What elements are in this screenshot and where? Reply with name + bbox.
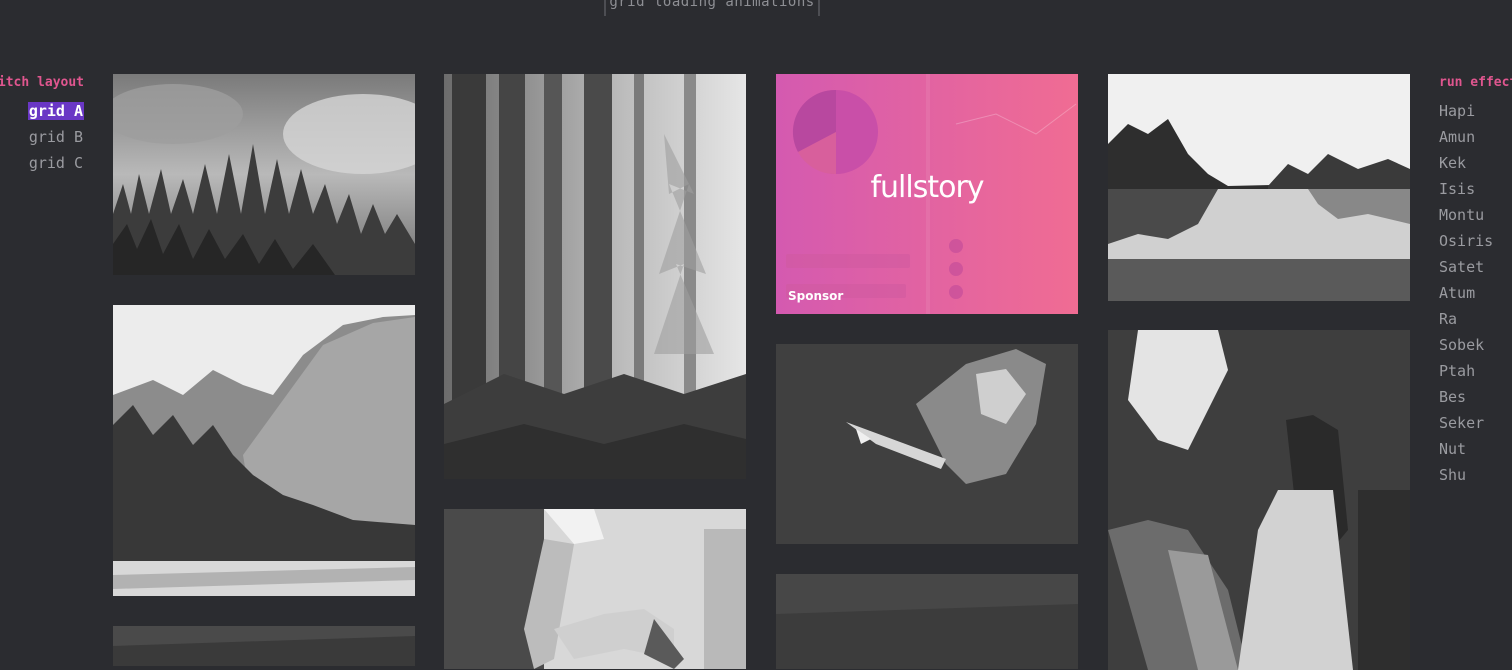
effect-item[interactable]: Shu [1439,465,1493,491]
grass-image [113,626,415,666]
fullstory-logo: fullstory [870,170,984,205]
page-title: grid loading animations [604,0,820,16]
tall-trees-image [444,74,746,479]
layout-item-grid-b[interactable]: grid B [28,127,84,153]
effect-item[interactable]: Ptah [1439,361,1493,387]
grid-item-tall-trees[interactable] [444,74,746,479]
effect-item[interactable]: Hapi [1439,101,1493,127]
layout-item-grid-c[interactable]: grid C [28,153,84,179]
grid-item-mountain-cliff[interactable] [113,305,415,596]
effect-item[interactable]: Montu [1439,205,1493,231]
effect-item[interactable]: Isis [1439,179,1493,205]
effect-item[interactable]: Atum [1439,283,1493,309]
lake-image [1108,74,1410,301]
effect-item[interactable]: Kek [1439,153,1493,179]
effects-menu: Hapi Amun Kek Isis Montu Osiris Satet At… [1439,101,1493,491]
girl-path-image [1108,330,1410,670]
grid-item-dark-grass[interactable] [776,574,1078,669]
effect-item[interactable]: Ra [1439,309,1493,335]
woman-hands-image [444,509,746,669]
grid-item-lake[interactable] [1108,74,1410,301]
effect-item[interactable]: Sobek [1439,335,1493,361]
effect-item[interactable]: Satet [1439,257,1493,283]
grid-item-misty-forest[interactable] [113,74,415,275]
effect-item[interactable]: Nut [1439,439,1493,465]
switch-layout-heading: witch layout [0,75,84,90]
grid-item-grass[interactable] [113,626,415,666]
layout-item-grid-a[interactable]: grid A [27,101,84,127]
dark-figure-image [776,344,1078,544]
grid-item-woman-hands[interactable] [444,509,746,669]
misty-forest-image [113,74,415,275]
grid-item-dark-figure[interactable] [776,344,1078,544]
effect-item[interactable]: Seker [1439,413,1493,439]
sponsor-label: Sponsor [788,289,844,303]
sponsor-tile[interactable]: fullstory Sponsor [776,74,1078,314]
effect-item[interactable]: Amun [1439,127,1493,153]
mountain-cliff-image [113,305,415,596]
effect-item[interactable]: Bes [1439,387,1493,413]
run-effect-heading: run effect [1439,75,1512,90]
grid-item-girl-path[interactable] [1108,330,1410,670]
effect-item[interactable]: Osiris [1439,231,1493,257]
layout-menu: grid A grid B grid C [27,101,84,179]
dark-grass-image [776,574,1078,669]
